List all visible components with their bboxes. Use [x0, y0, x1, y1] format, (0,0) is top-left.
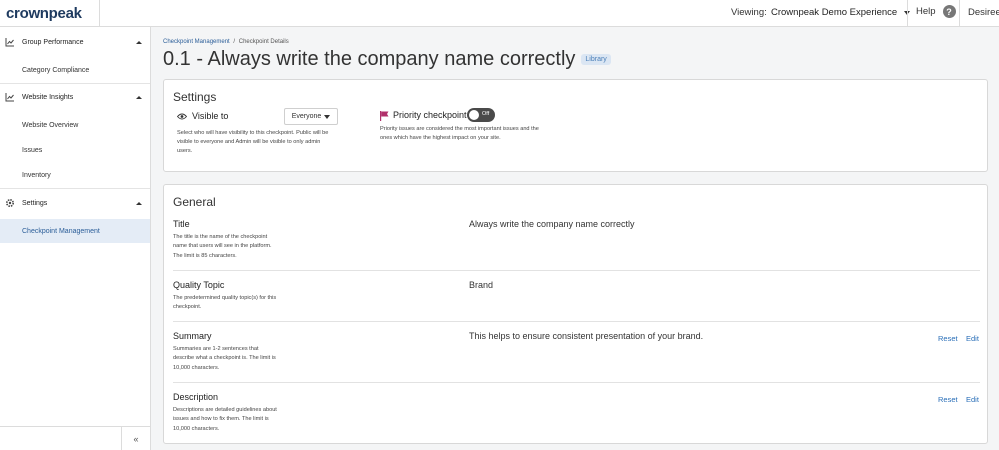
field-value: Always write the company name correctly [469, 219, 635, 229]
field-row-description: Description Descriptions are detailed gu… [173, 392, 980, 442]
priority-label: Priority checkpoint [393, 110, 467, 120]
caret-up-icon [136, 95, 142, 99]
field-name: Quality Topic [173, 280, 225, 290]
experience-label: Crownpeak Demo Experience [771, 7, 898, 18]
chart-icon [5, 38, 14, 47]
visible-to-text: Visible to [192, 111, 229, 121]
row-divider [173, 321, 980, 322]
toggle-state: Off [482, 111, 490, 117]
field-row-summary: Summary Summaries are 1-2 sentences that… [173, 331, 980, 381]
priority-toggle[interactable]: Off [467, 108, 495, 122]
help-button[interactable]: Help ? [916, 5, 956, 18]
chart-icon [5, 93, 14, 102]
crownpeak-logo[interactable]: crownpeak [0, 0, 100, 27]
row-divider [173, 270, 980, 271]
user-menu[interactable]: Desiree [968, 7, 999, 18]
logo-text: crownpeak [6, 5, 82, 22]
priority-help-text: Priority issues are considered the most … [380, 126, 539, 141]
help-label: Help [916, 6, 936, 17]
field-description: The predetermined quality topic(s) for t… [173, 295, 277, 311]
sidebar-group-website-insights[interactable]: Website Insights [0, 83, 150, 111]
visibility-help-text: Select who will have visibility to this … [177, 130, 329, 154]
reset-button[interactable]: Reset [938, 395, 958, 404]
caret-up-icon [136, 201, 142, 205]
help-icon: ? [942, 5, 956, 18]
toggle-knob [469, 110, 479, 120]
field-row-quality-topic: Quality Topic The predetermined quality … [173, 280, 980, 320]
edit-button[interactable]: Edit [966, 334, 979, 343]
settings-card: Settings Visible to Everyone Select who … [163, 79, 988, 172]
row-divider [173, 382, 980, 383]
page-title: 0.1 - Always write the company name corr… [163, 48, 611, 71]
visibility-value: Everyone [291, 113, 322, 120]
sidebar-item-inventory[interactable]: Inventory [0, 163, 150, 187]
sidebar-item-category-compliance[interactable]: Category Compliance [0, 58, 150, 82]
sidebar-group-label: Group Performance [22, 38, 84, 46]
visibility-select[interactable]: Everyone [284, 108, 338, 125]
field-value: Brand [469, 280, 494, 290]
gear-icon [5, 198, 15, 208]
library-badge: Library [581, 54, 611, 65]
field-description: Summaries are 1-2 sentences that describ… [173, 346, 276, 371]
sidebar-footer: « [0, 426, 150, 450]
page-title-text: 0.1 - Always write the company name corr… [163, 48, 576, 70]
visible-to-label: Visible to [177, 111, 228, 121]
viewing-label: Viewing: [731, 7, 767, 18]
breadcrumb-link[interactable]: Checkpoint Management [163, 39, 230, 45]
topbar-divider [959, 0, 960, 27]
reset-button[interactable]: Reset [938, 334, 958, 343]
top-bar: crownpeak Viewing: Crownpeak Demo Experi… [0, 0, 999, 27]
general-card: General Title The title is the name of t… [163, 184, 988, 444]
double-chevron-left-icon: « [133, 434, 139, 444]
flag-icon [380, 111, 389, 121]
field-name: Summary [173, 331, 212, 341]
sidebar: Group Performance Category Compliance We… [0, 27, 151, 450]
field-name: Description [173, 392, 219, 402]
field-description: Descriptions are detailed guidelines abo… [173, 407, 277, 432]
caret-down-icon [324, 114, 331, 119]
topbar-divider [907, 0, 908, 27]
eye-icon [177, 113, 187, 119]
settings-title: Settings [173, 90, 217, 104]
edit-button[interactable]: Edit [966, 395, 979, 404]
field-value: This helps to ensure consistent presenta… [469, 331, 704, 341]
sidebar-group-label: Website Insights [22, 93, 74, 101]
breadcrumb-current: Checkpoint Details [238, 39, 289, 45]
sidebar-item-website-overview[interactable]: Website Overview [0, 113, 150, 137]
general-title: General [173, 195, 216, 209]
collapse-sidebar-button[interactable]: « [121, 427, 150, 450]
field-row-title: Title The title is the name of the check… [173, 219, 980, 269]
sidebar-item-issues[interactable]: Issues [0, 138, 150, 162]
breadcrumb-separator: / [233, 39, 236, 45]
field-name: Title [173, 219, 190, 229]
experience-select[interactable]: Crownpeak Demo Experience [771, 7, 911, 18]
sidebar-item-checkpoint-management[interactable]: Checkpoint Management [0, 219, 150, 243]
sidebar-group-label: Settings [22, 199, 48, 207]
sidebar-group-group-performance[interactable]: Group Performance [0, 28, 150, 56]
breadcrumb: Checkpoint Management / Checkpoint Detai… [163, 39, 289, 45]
field-description: The title is the name of the checkpoint … [173, 234, 272, 259]
sidebar-group-settings[interactable]: Settings [0, 189, 150, 217]
caret-up-icon [136, 40, 142, 44]
